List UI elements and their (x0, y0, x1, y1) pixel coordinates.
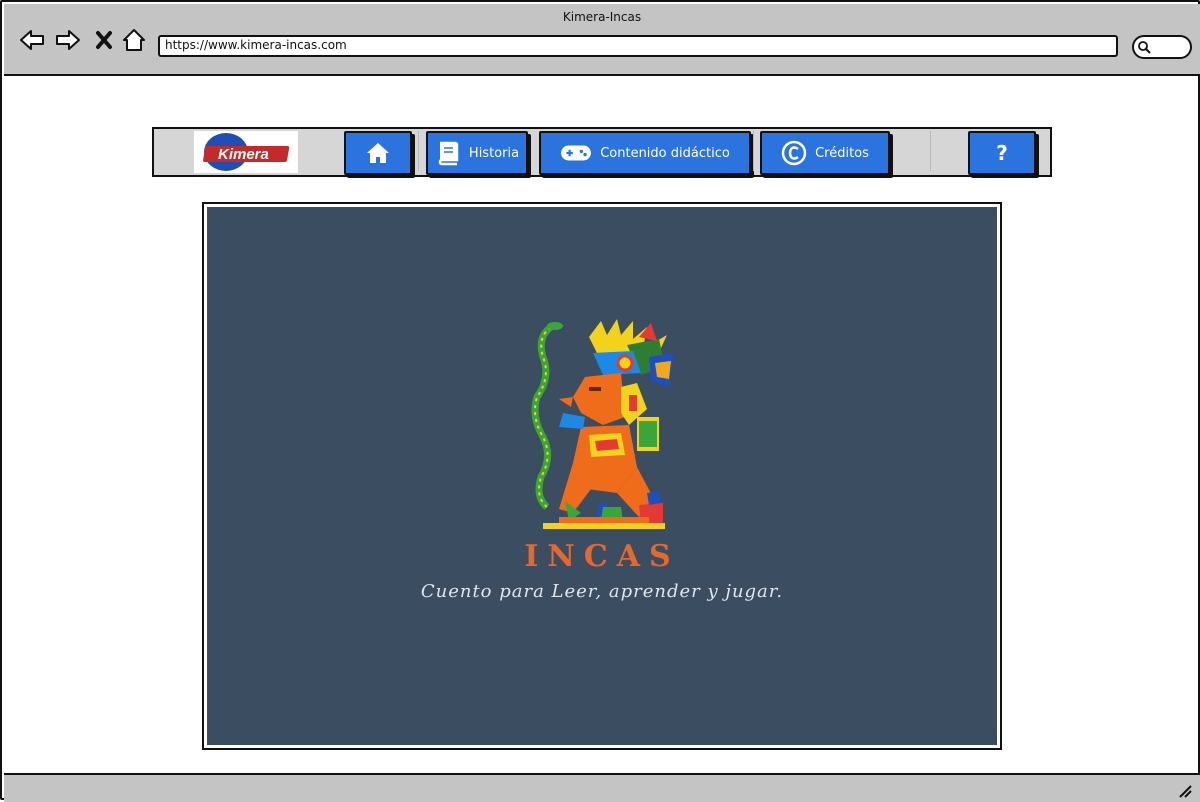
home-icon[interactable] (120, 26, 148, 54)
kimera-logo[interactable]: Kimera (194, 131, 298, 173)
logo-text: Kimera (218, 146, 269, 163)
back-icon[interactable] (18, 26, 46, 54)
address-bar[interactable]: https://www.kimera-incas.com (158, 35, 1118, 57)
forward-icon[interactable] (54, 26, 82, 54)
search-icon (1138, 41, 1151, 54)
gamepad-icon (561, 145, 592, 161)
browser-window: Kimera-Incas https://www.kimera-incas.co… (0, 0, 1200, 802)
nav-divider (753, 131, 754, 171)
inca-warrior-illustration (531, 319, 674, 529)
nav-divider (930, 131, 931, 171)
browser-toolbar: Kimera-Incas https://www.kimera-incas.co… (4, 4, 1200, 76)
nav-historia-button[interactable]: Historia (426, 131, 528, 175)
help-icon: ? (996, 141, 1008, 165)
copyright-icon (781, 140, 807, 166)
site-navbar: Kimera Historia Contenido didáctico Créd… (152, 127, 1052, 177)
hero-background: INCAS Cuento para Leer, aprender y jugar… (207, 207, 997, 745)
nav-home-button[interactable] (344, 131, 412, 175)
hero-subtitle: Cuento para Leer, aprender y jugar. (420, 581, 784, 602)
status-bar (4, 773, 1200, 802)
hero-title: INCAS (524, 539, 680, 574)
book-icon (438, 141, 459, 166)
nav-divider (418, 131, 419, 171)
hero-panel: INCAS Cuento para Leer, aprender y jugar… (202, 202, 1002, 750)
nav-creditos-button[interactable]: Créditos (760, 131, 890, 175)
url-text: https://www.kimera-incas.com (165, 38, 347, 52)
resize-grip-icon[interactable] (1178, 784, 1192, 798)
nav-contenido-label: Contenido didáctico (600, 145, 730, 161)
nav-historia-label: Historia (468, 145, 520, 161)
nav-contenido-button[interactable]: Contenido didáctico (539, 131, 751, 175)
close-icon[interactable] (90, 26, 118, 54)
window-title: Kimera-Incas (562, 10, 642, 24)
home-icon (367, 143, 389, 163)
nav-creditos-label: Créditos (815, 145, 869, 161)
search-box[interactable] (1132, 35, 1192, 59)
nav-help-button[interactable]: ? (968, 131, 1036, 175)
